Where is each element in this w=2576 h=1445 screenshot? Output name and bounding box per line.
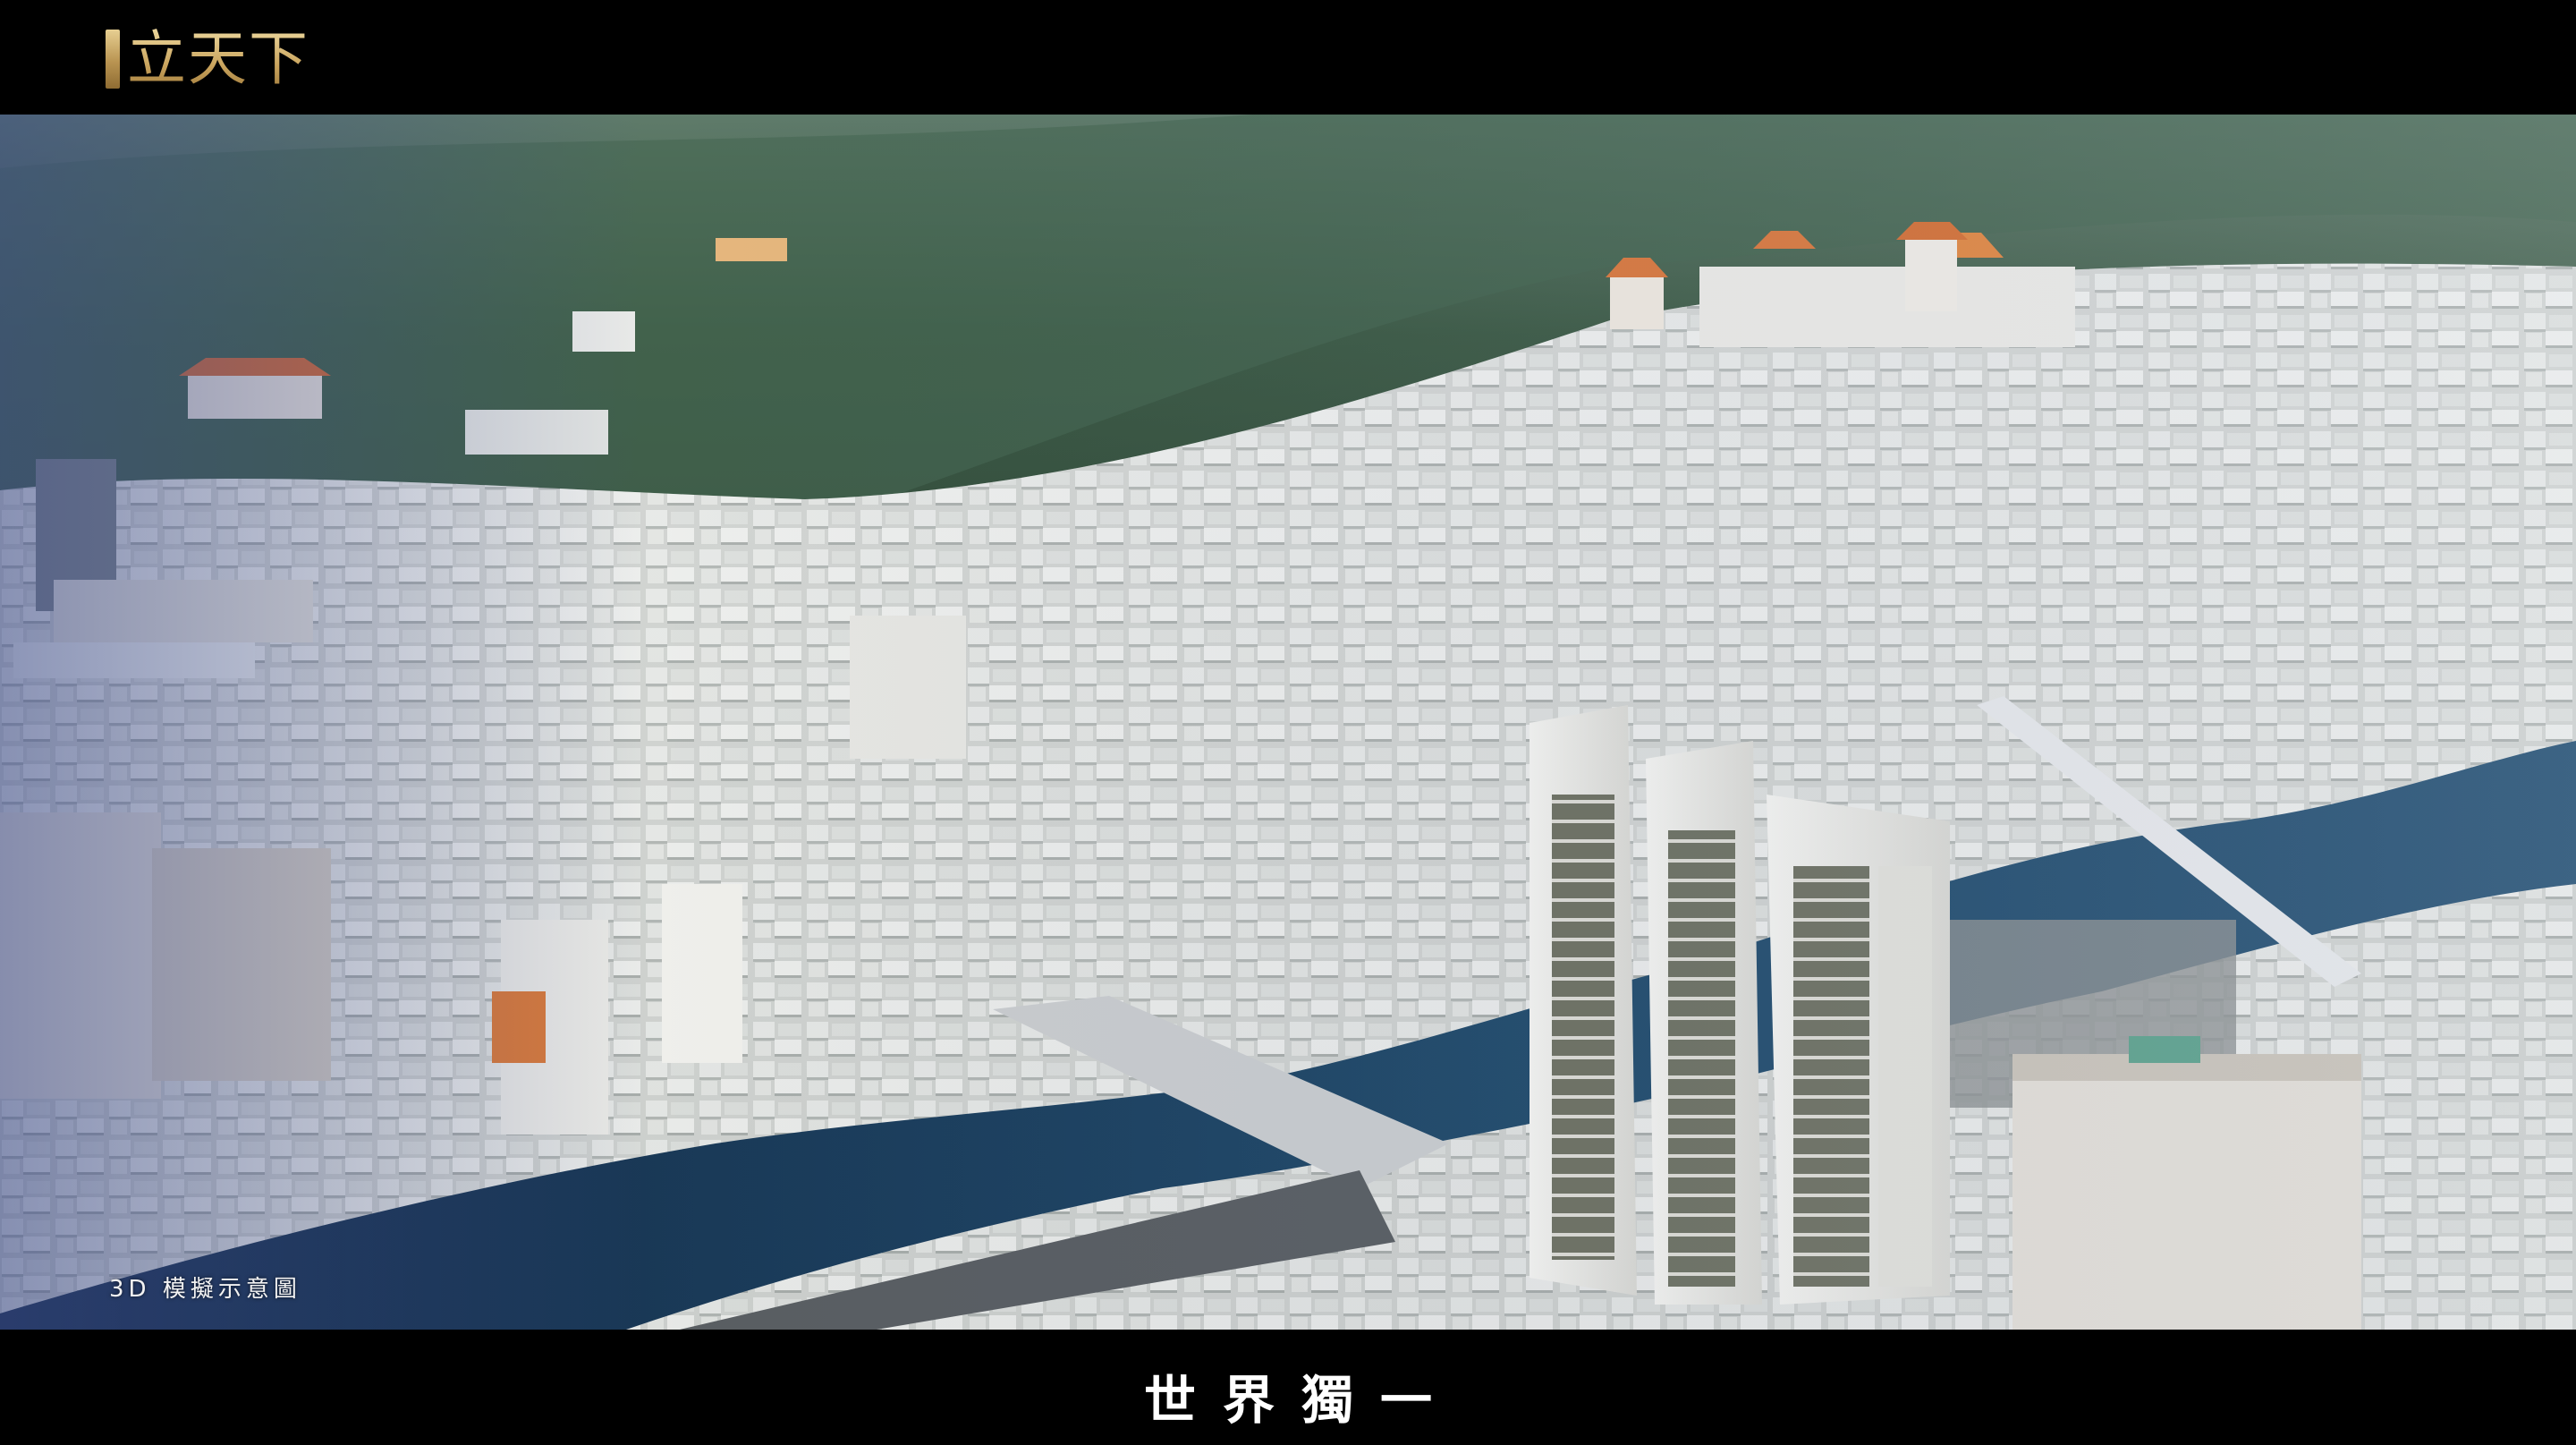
brand-logo: 立天下 bbox=[106, 23, 309, 95]
aerial-city-image bbox=[0, 115, 2576, 1330]
logo-mark-icon bbox=[106, 30, 120, 89]
haze-overlay bbox=[0, 115, 2576, 1330]
rendering-caption: 3D 模擬示意圖 bbox=[109, 1276, 301, 1303]
video-subtitle: 世界獨一 bbox=[1143, 1370, 1459, 1431]
logo-text: 立天下 bbox=[127, 24, 309, 93]
video-frame: 立天下 3D 模擬示意圖 世界獨一 bbox=[0, 0, 2576, 1445]
top-letterbox-bar: 立天下 bbox=[0, 0, 2576, 115]
